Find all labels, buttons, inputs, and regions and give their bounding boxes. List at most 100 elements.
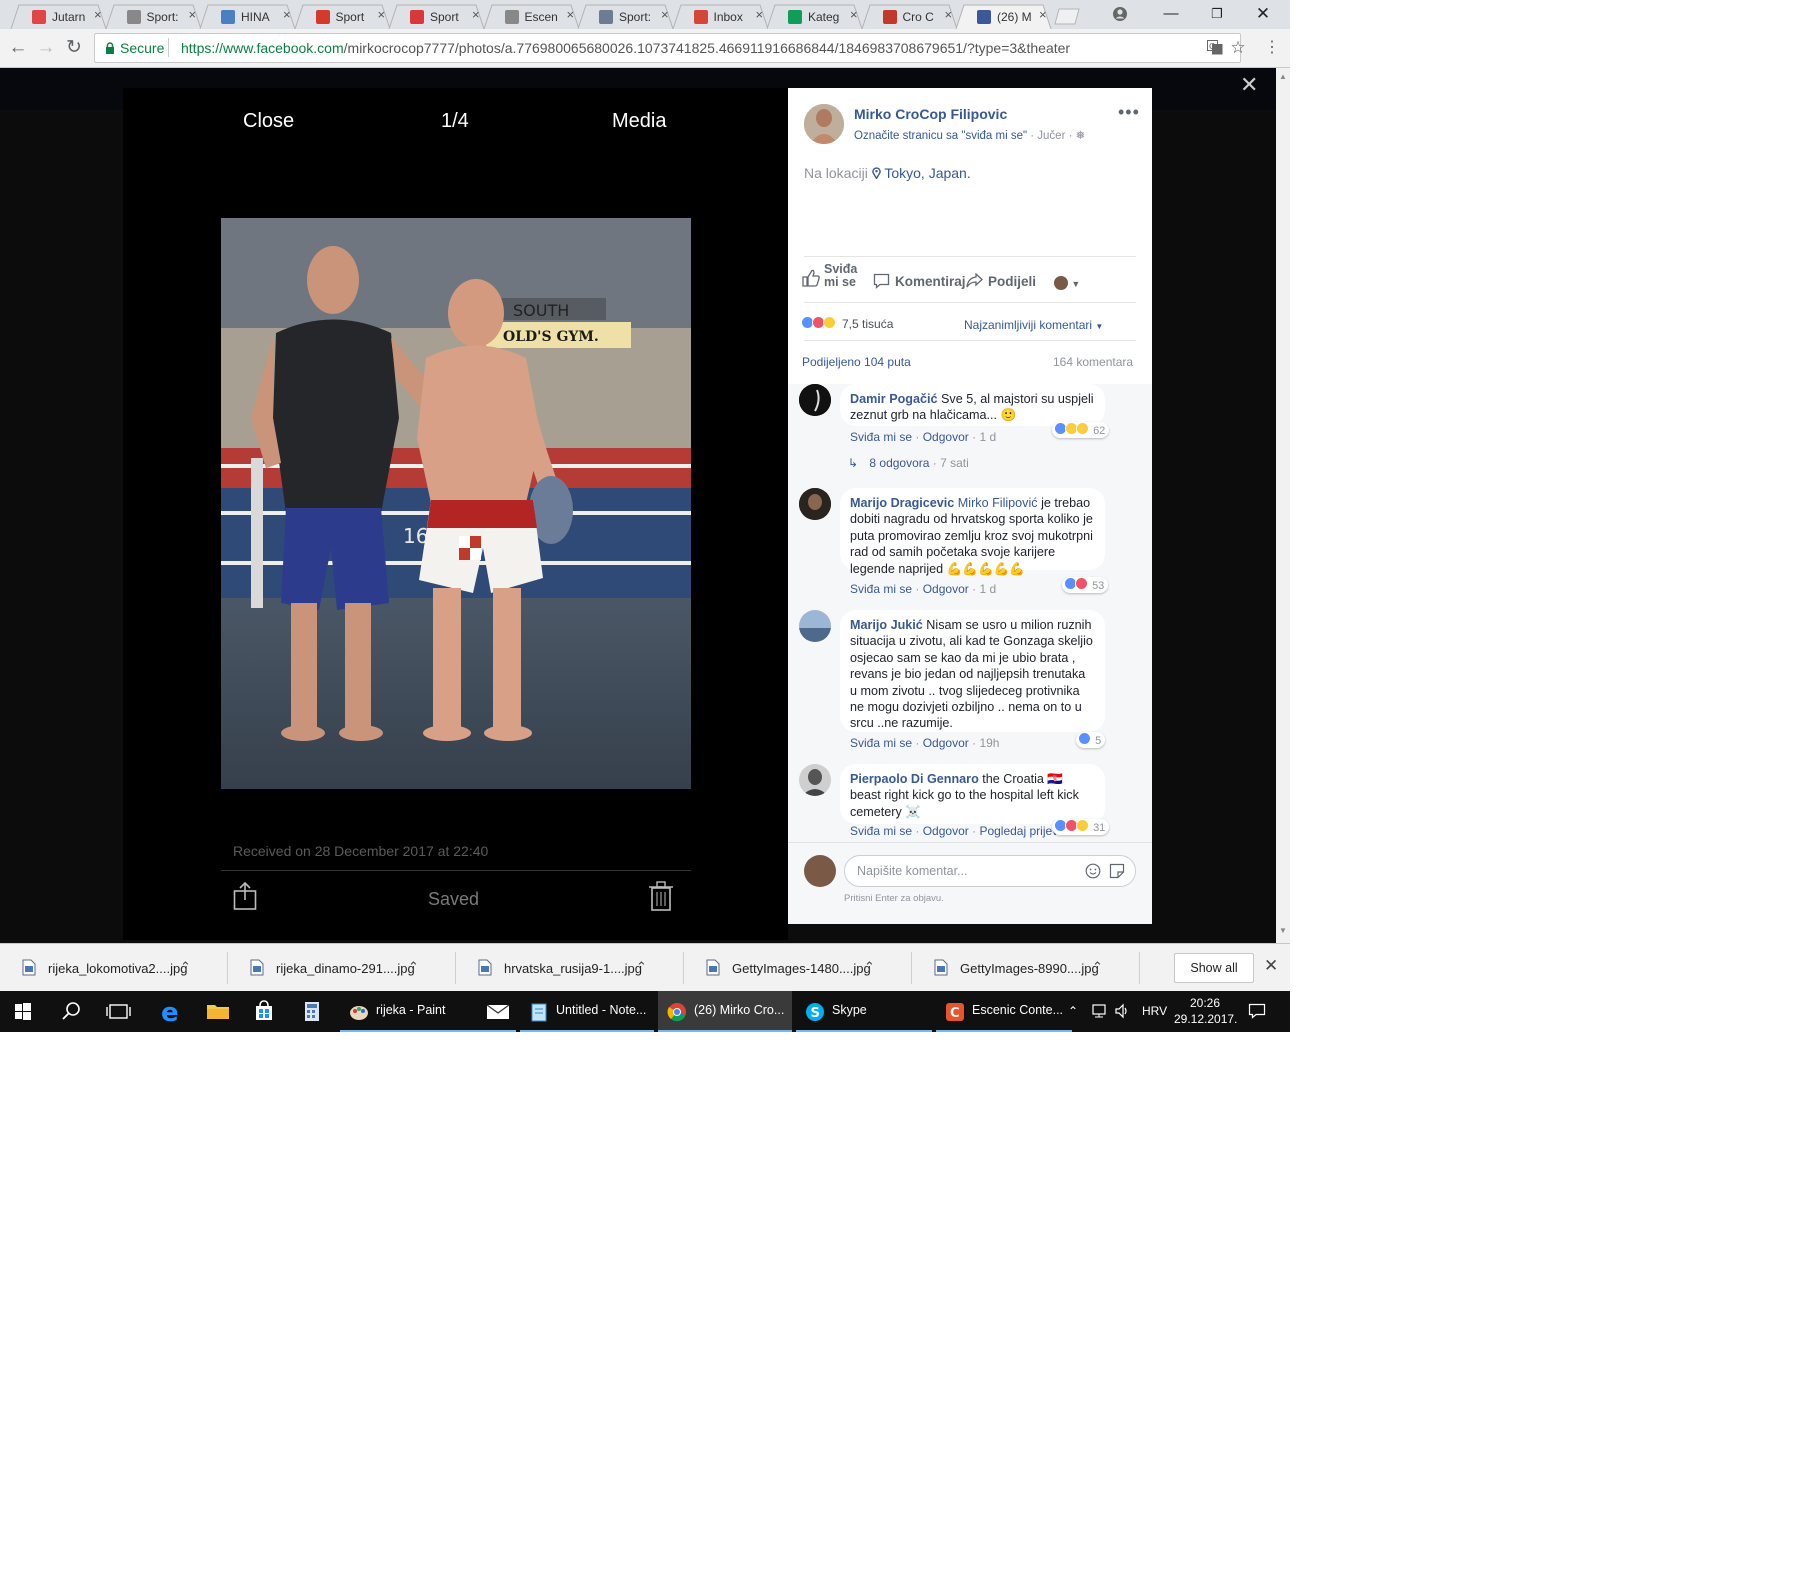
profile-icon[interactable] — [1112, 6, 1128, 25]
tab-close-icon[interactable]: × — [94, 7, 102, 22]
chevron-up-icon[interactable]: ⌃ — [408, 959, 419, 975]
commenter-name[interactable]: Marijo Jukić — [850, 618, 923, 632]
browser-tab[interactable]: (26) M × — [955, 4, 1052, 29]
commenter-name[interactable]: Damir Pogačić — [850, 392, 938, 406]
comment-reply-link[interactable]: Odgovor — [923, 736, 969, 750]
start-windows-icon[interactable] — [0, 991, 46, 1032]
browser-tab[interactable]: Sport: × — [577, 4, 674, 29]
tab-close-icon[interactable]: × — [756, 7, 764, 22]
reaction-icons[interactable] — [801, 316, 836, 331]
comment-like-link[interactable]: Sviđa mi se — [850, 824, 912, 838]
browser-tab[interactable]: HINA × — [199, 4, 296, 29]
comment-time[interactable]: 19h — [979, 736, 999, 750]
comment-reactions[interactable]: 53 — [1062, 577, 1109, 593]
mail-icon[interactable] — [480, 991, 516, 1032]
translate-icon[interactable]: G — [1207, 40, 1223, 58]
browser-tab[interactable]: Escen × — [483, 4, 579, 29]
browser-tab[interactable]: Sport: × — [105, 4, 201, 29]
view-replies-link[interactable]: ↳ 8 odgovora · 7 sati — [848, 456, 969, 470]
action-center-icon[interactable] — [1248, 1003, 1266, 1022]
tab-close-icon[interactable]: × — [472, 7, 480, 22]
comment-input[interactable] — [855, 863, 1059, 879]
location-link[interactable]: Tokyo, Japan. — [884, 165, 970, 181]
browser-tab[interactable]: Inbox × — [672, 4, 768, 29]
comment-sort-dropdown[interactable]: Najzanimljiviji komentari ▼ — [964, 318, 1103, 332]
browser-tab[interactable]: Cro C × — [861, 4, 957, 29]
sticker-icon[interactable] — [1109, 863, 1125, 882]
star-bookmark-icon[interactable]: ☆ — [1226, 36, 1250, 60]
page-scrollbar[interactable]: ▲ ▼ — [1276, 68, 1290, 943]
address-bar[interactable]: Secure https://www.facebook.com/mirkocro… — [94, 33, 1241, 63]
menu-icon[interactable]: ⋮ — [1260, 36, 1284, 60]
post-options-icon[interactable]: ••• — [1118, 102, 1140, 123]
viewer-close-button[interactable]: Close — [243, 110, 294, 133]
like-page-link[interactable]: Označite stranicu sa "sviđa mi se" — [854, 130, 1027, 142]
close-theater-icon[interactable]: ✕ — [1240, 72, 1258, 98]
download-item[interactable]: GettyImages-1480....jpg ⌃ — [684, 944, 912, 992]
comment-action-button[interactable]: Komentiraj — [873, 273, 966, 289]
chevron-up-icon[interactable]: ⌃ — [864, 959, 875, 975]
commenter-avatar[interactable] — [799, 764, 831, 796]
back-button[interactable]: ← — [6, 36, 30, 60]
commenter-name[interactable]: Pierpaolo Di Gennaro — [850, 772, 979, 786]
forward-button[interactable]: → — [34, 36, 58, 60]
clock[interactable]: 20:26 29.12.2017. — [1174, 995, 1237, 1027]
store-icon[interactable] — [244, 991, 284, 1032]
download-item[interactable]: rijeka_lokomotiva2....jpg ⌃ — [0, 944, 228, 992]
mentioned-user[interactable]: Mirko Filipović — [958, 496, 1038, 510]
commenter-avatar[interactable] — [799, 488, 831, 520]
tab-close-icon[interactable]: × — [661, 7, 669, 22]
download-item[interactable]: rijeka_dinamo-291....jpg ⌃ — [228, 944, 456, 992]
comments-count[interactable]: 164 komentara — [1053, 355, 1133, 369]
comment-reply-link[interactable]: Odgovor — [923, 430, 969, 444]
post-time[interactable]: · Jučer · — [1030, 130, 1072, 142]
file-explorer-icon[interactable] — [198, 991, 238, 1032]
comment-reactions[interactable]: 5 — [1076, 732, 1106, 748]
taskbar-app[interactable]: Untitled - Note... — [520, 991, 654, 1032]
comment-reactions[interactable]: 31 — [1052, 819, 1110, 835]
browser-tab[interactable]: Jutarn × — [10, 4, 107, 29]
commenter-avatar[interactable] — [799, 610, 831, 642]
viewer-media-button[interactable]: Media — [612, 110, 666, 133]
post-photo[interactable]: SOUTH OLD'S GYM. 16 — [221, 218, 691, 789]
comment-reactions[interactable]: 62 — [1052, 422, 1110, 438]
new-tab-button[interactable] — [1050, 8, 1080, 25]
calculator-app-icon[interactable] — [292, 991, 332, 1032]
comment-like-link[interactable]: Sviđa mi se — [850, 582, 912, 596]
show-all-downloads-button[interactable]: Show all — [1174, 953, 1254, 983]
tab-close-icon[interactable]: × — [850, 7, 858, 22]
network-icon[interactable] — [1092, 1003, 1110, 1022]
close-downloads-icon[interactable]: ✕ — [1264, 956, 1278, 976]
chevron-up-icon[interactable]: ⌃ — [180, 959, 191, 975]
tray-overflow-icon[interactable]: ⌃ — [1068, 1004, 1078, 1018]
minimize-button[interactable]: — — [1148, 0, 1194, 29]
browser-tab[interactable]: Sport × — [294, 4, 390, 29]
search-icon[interactable] — [48, 991, 94, 1032]
tab-close-icon[interactable]: × — [1039, 7, 1047, 22]
emoji-icon[interactable] — [1085, 863, 1101, 882]
comment-like-link[interactable]: Sviđa mi se — [850, 430, 912, 444]
trash-icon[interactable] — [648, 881, 674, 914]
commenter-avatar[interactable] — [799, 384, 831, 416]
volume-icon[interactable] — [1114, 1003, 1132, 1022]
commenter-name[interactable]: Marijo Dragicevic — [850, 496, 954, 510]
author-avatar[interactable] — [804, 104, 844, 144]
taskbar-app[interactable]: C Escenic Conte... — [936, 991, 1072, 1032]
comment-like-link[interactable]: Sviđa mi se — [850, 736, 912, 750]
download-item[interactable]: GettyImages-8990....jpg ⌃ — [912, 944, 1140, 992]
share-action-button[interactable]: Podijeli — [966, 272, 1036, 289]
close-window-button[interactable]: ✕ — [1240, 0, 1286, 29]
comment-input-box[interactable] — [844, 855, 1136, 887]
language-indicator[interactable]: HRV — [1142, 1004, 1167, 1018]
shares-count[interactable]: Podijeljeno 104 puta — [802, 355, 911, 369]
tab-close-icon[interactable]: × — [378, 7, 386, 22]
tab-close-icon[interactable]: × — [567, 7, 575, 22]
taskbar-app[interactable]: S Skype — [796, 991, 932, 1032]
tab-close-icon[interactable]: × — [283, 7, 291, 22]
browser-tab[interactable]: Sport × — [388, 4, 485, 29]
comment-time[interactable]: 1 d — [979, 430, 996, 444]
comment-reply-link[interactable]: Odgovor — [923, 824, 969, 838]
comment-time[interactable]: 1 d — [979, 582, 996, 596]
post-as-selector[interactable]: ▼ — [1054, 276, 1080, 290]
comment-reply-link[interactable]: Odgovor — [923, 582, 969, 596]
